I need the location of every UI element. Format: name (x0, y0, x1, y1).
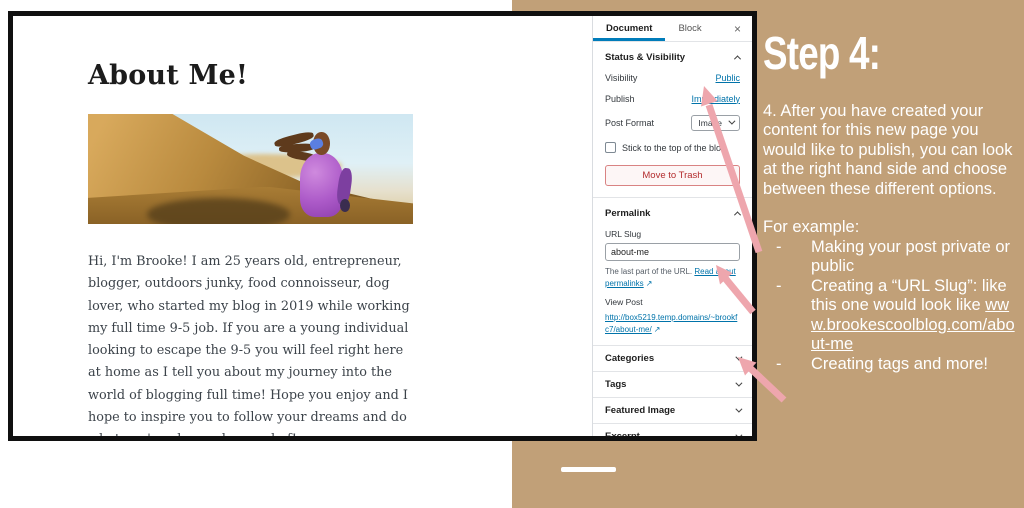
section-categories[interactable]: Categories (593, 346, 752, 372)
section-excerpt[interactable]: Excerpt (593, 424, 752, 441)
post-format-row: Post Format Image (605, 109, 740, 136)
bullet-marker: - (763, 238, 811, 277)
chevron-down-icon[interactable] (735, 380, 742, 387)
chevron-down-icon[interactable] (735, 406, 742, 413)
section-permalink: Permalink URL Slug The last part of the … (593, 198, 752, 346)
bullet-marker: - (763, 355, 811, 374)
bullet-tags: - Creating tags and more! (763, 355, 1019, 374)
step-paragraph: 4. After you have created your content f… (763, 102, 1019, 199)
view-post-label: View Post (605, 297, 740, 307)
permalink-section-title: Permalink (605, 208, 650, 219)
section-tags[interactable]: Tags (593, 372, 752, 398)
bullet-marker: - (763, 277, 811, 355)
post-format-label: Post Format (605, 118, 654, 128)
move-to-trash-button[interactable]: Move to Trash (605, 165, 740, 186)
screenshot-frame: About Me! Hi, I'm Brooke! I (8, 11, 757, 441)
sticky-checkbox-label: Stick to the top of the blog (622, 143, 726, 153)
external-link-icon: ↗ (646, 278, 653, 290)
page-editor-preview: About Me! Hi, I'm Brooke! I (13, 16, 592, 436)
step-heading: Step 4: (763, 26, 968, 80)
view-post-link[interactable]: http://box5219.temp.domains/~brookfc7/ab… (605, 313, 737, 334)
page-title: About Me! (88, 60, 592, 91)
chevron-up-icon[interactable] (734, 211, 741, 218)
slide-canvas: About Me! Hi, I'm Brooke! I (0, 0, 1024, 508)
instructions-column: Step 4: 4. After you have created your c… (763, 26, 1019, 374)
tab-block[interactable]: Block (665, 16, 714, 41)
visibility-public-link[interactable]: Public (715, 73, 740, 83)
tab-document[interactable]: Document (593, 16, 665, 41)
sticky-checkbox-row: Stick to the top of the blog (605, 136, 740, 157)
visibility-label: Visibility (605, 73, 637, 83)
visibility-row: Visibility Public (605, 67, 740, 88)
status-section-header[interactable]: Status & Visibility (605, 49, 740, 67)
categories-label: Categories (605, 353, 654, 364)
bullet-url-slug: - Creating a “URL Slug”: like this one w… (763, 277, 1019, 355)
chevron-up-icon[interactable] (734, 55, 741, 62)
permalink-section-header[interactable]: Permalink (605, 205, 740, 223)
chevron-down-icon[interactable] (735, 354, 742, 361)
publish-label: Publish (605, 94, 635, 104)
close-icon[interactable]: × (723, 16, 752, 41)
publish-immediately-link[interactable]: Immediately (691, 94, 740, 104)
url-slug-input[interactable] (605, 243, 740, 261)
post-format-select[interactable]: Image (691, 115, 740, 131)
publish-row: Publish Immediately (605, 88, 740, 109)
page-body-text: Hi, I'm Brooke! I am 25 years old, entre… (88, 251, 420, 441)
permalink-help-text: The last part of the URL. Read about per… (605, 266, 740, 290)
hero-image (88, 114, 413, 224)
section-featured-image[interactable]: Featured Image (593, 398, 752, 424)
section-status-visibility: Status & Visibility Visibility Public Pu… (593, 42, 752, 198)
featured-image-label: Featured Image (605, 405, 675, 416)
chevron-down-icon (728, 118, 735, 125)
sidebar-tabbar: Document Block × (593, 16, 752, 42)
bullet-private-public: - Making your post private or public (763, 238, 1019, 277)
sticky-checkbox[interactable] (605, 142, 616, 153)
wp-settings-sidebar: Document Block × Status & Visibility Vis… (592, 16, 752, 436)
url-slug-label: URL Slug (605, 229, 740, 239)
excerpt-label: Excerpt (605, 431, 640, 441)
hero-hiker-figure (293, 127, 352, 224)
status-section-title: Status & Visibility (605, 52, 685, 63)
example-bullet-list: - Making your post private or public - C… (763, 238, 1019, 374)
for-example-label: For example: (763, 218, 1019, 237)
external-link-icon: ↗ (654, 324, 661, 336)
tags-label: Tags (605, 379, 626, 390)
chevron-down-icon[interactable] (735, 432, 742, 439)
slide-footer-dash (561, 467, 616, 472)
post-format-value: Image (698, 118, 722, 128)
